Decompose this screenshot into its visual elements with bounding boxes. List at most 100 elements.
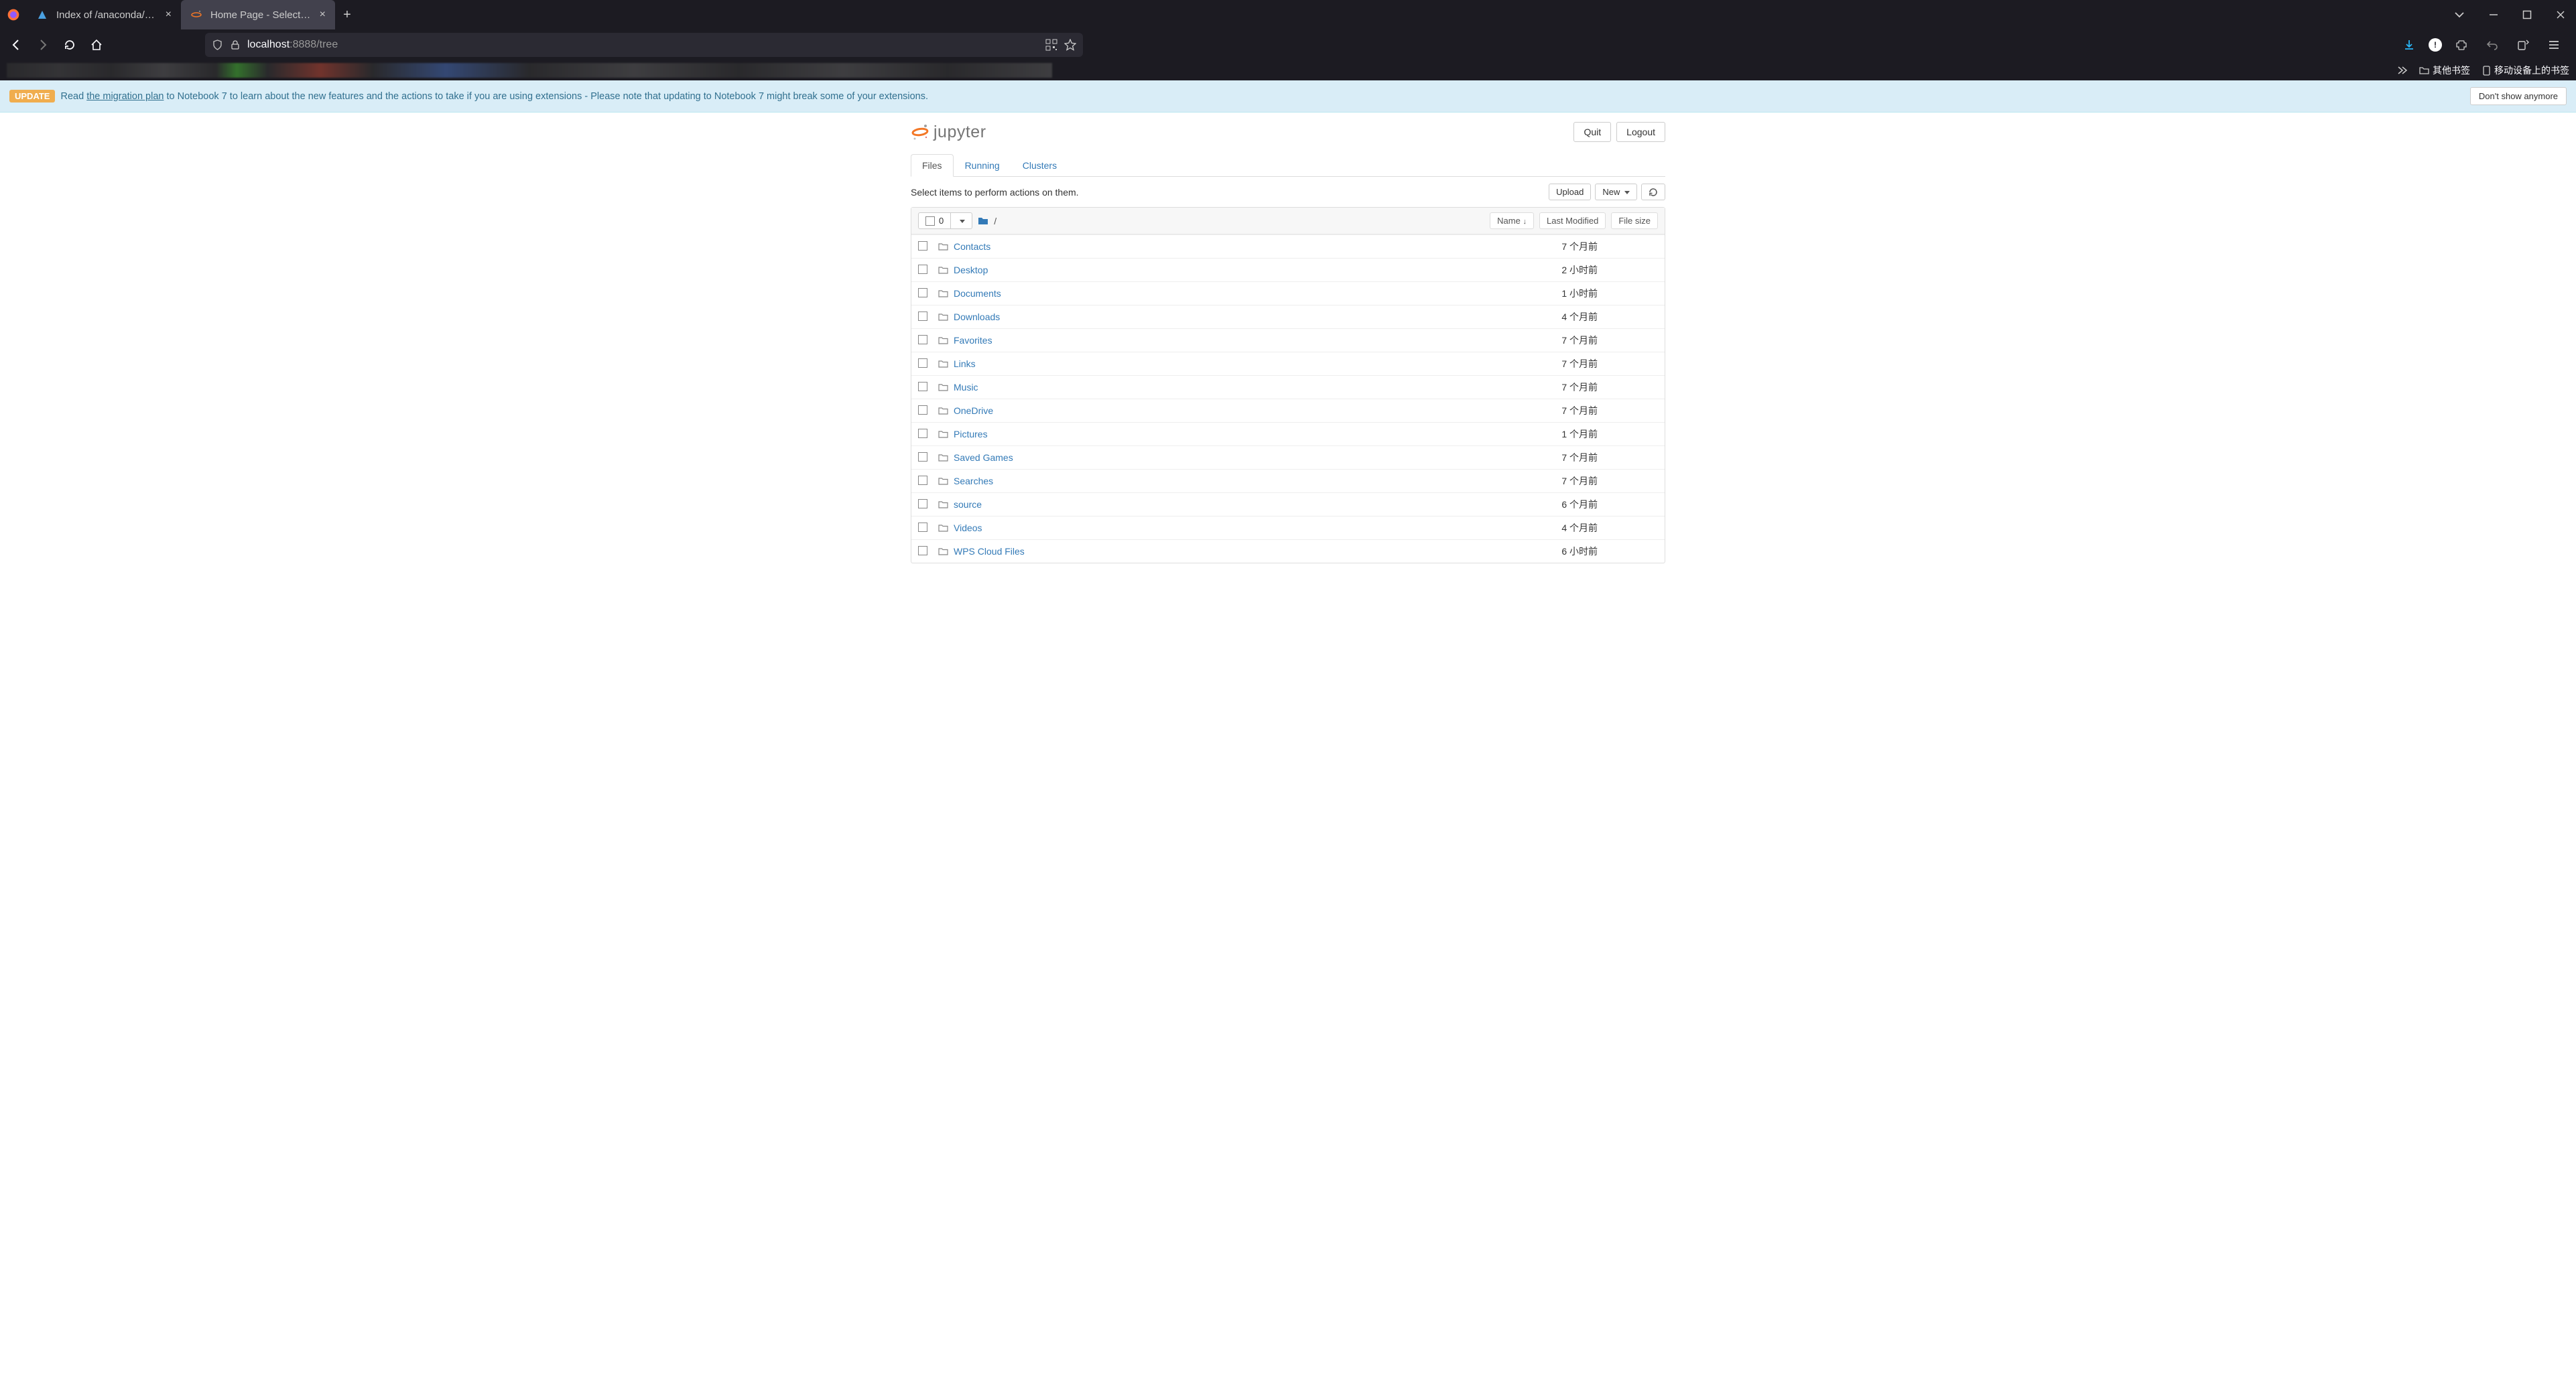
url-bar[interactable]: localhost:8888/tree [205, 33, 1083, 57]
extensions-overflow-icon[interactable] [2512, 33, 2534, 56]
folder-icon [978, 216, 988, 226]
row-checkbox[interactable] [918, 265, 938, 276]
browser-titlebar: Index of /anaconda/archive/ × Home Page … [0, 0, 2576, 29]
file-link[interactable]: Favorites [954, 335, 992, 346]
checkbox-icon [918, 476, 927, 485]
refresh-button[interactable] [1641, 184, 1665, 200]
file-list: 0 / Name ↓ Last Modified File size Conta… [911, 207, 1665, 563]
file-modified: 7 个月前 [1490, 334, 1598, 347]
file-link[interactable]: Videos [954, 523, 982, 533]
sort-size-button[interactable]: File size [1611, 212, 1658, 229]
tab-close-icon[interactable]: × [166, 9, 172, 20]
row-checkbox[interactable] [918, 312, 938, 323]
browser-tab-active[interactable]: Home Page - Select or create × [181, 0, 335, 29]
update-banner: UPDATE Read the migration plan to Notebo… [0, 80, 2576, 113]
window-close-icon[interactable] [2556, 10, 2565, 19]
tab-clusters[interactable]: Clusters [1011, 154, 1068, 176]
bookmarks-folder-other[interactable]: 其他书签 [2419, 64, 2470, 77]
tab-favicon-icon [190, 9, 202, 21]
row-checkbox[interactable] [918, 288, 938, 299]
table-row: Contacts7 个月前 [911, 234, 1665, 258]
folder-icon [938, 265, 948, 275]
qr-icon[interactable] [1045, 39, 1057, 51]
file-link[interactable]: Saved Games [954, 452, 1013, 463]
account-badge-icon[interactable]: ! [2429, 38, 2442, 52]
folder-icon [938, 406, 948, 416]
jupyter-logo[interactable]: jupyter [911, 123, 986, 142]
select-dropdown-button[interactable] [950, 212, 972, 229]
new-tab-button[interactable]: + [335, 0, 359, 29]
row-checkbox[interactable] [918, 476, 938, 487]
row-checkbox[interactable] [918, 523, 938, 534]
nav-reload-button[interactable] [58, 33, 82, 57]
row-checkbox[interactable] [918, 499, 938, 510]
extensions-icon[interactable] [2450, 33, 2473, 56]
file-modified: 7 个月前 [1490, 380, 1598, 394]
bookmarks-bar: 其他书签 移动设备上的书签 [0, 60, 2576, 80]
row-checkbox[interactable] [918, 335, 938, 346]
row-checkbox[interactable] [918, 452, 938, 464]
file-link[interactable]: Contacts [954, 241, 990, 252]
file-modified: 4 个月前 [1490, 310, 1598, 324]
table-row: Documents1 小时前 [911, 281, 1665, 305]
dismiss-banner-button[interactable]: Don't show anymore [2470, 87, 2567, 105]
row-checkbox[interactable] [918, 358, 938, 370]
nav-home-button[interactable] [84, 33, 109, 57]
window-minimize-icon[interactable] [2489, 10, 2498, 19]
table-row: Music 7 个月前 [911, 375, 1665, 399]
menu-icon[interactable] [2542, 33, 2565, 56]
quit-button[interactable]: Quit [1573, 122, 1611, 142]
window-maximize-icon[interactable] [2522, 10, 2532, 19]
row-checkbox[interactable] [918, 405, 938, 417]
table-row: Desktop2 小时前 [911, 258, 1665, 281]
tab-close-icon[interactable]: × [320, 9, 326, 20]
downloads-icon[interactable] [2398, 33, 2421, 56]
select-all-checkbox[interactable]: 0 [918, 212, 951, 229]
row-checkbox[interactable] [918, 546, 938, 557]
caret-down-icon [960, 220, 965, 223]
upload-button[interactable]: Upload [1549, 184, 1591, 200]
tab-title: Index of /anaconda/archive/ [56, 9, 157, 21]
new-dropdown-button[interactable]: New [1595, 184, 1637, 200]
file-link[interactable]: Music [954, 382, 978, 393]
main-tabs: Files Running Clusters [911, 154, 1665, 177]
table-row: WPS Cloud Files6 小时前 [911, 539, 1665, 563]
nav-back-button[interactable] [4, 33, 28, 57]
file-link[interactable]: OneDrive [954, 405, 993, 416]
file-link[interactable]: Searches [954, 476, 993, 486]
checkbox-icon [918, 382, 927, 391]
update-badge: UPDATE [9, 90, 55, 102]
tab-files[interactable]: Files [911, 154, 954, 177]
file-link[interactable]: Documents [954, 288, 1001, 299]
tab-title: Home Page - Select or create [210, 9, 312, 21]
file-link[interactable]: Links [954, 358, 976, 369]
checkbox-icon [918, 405, 927, 415]
all-tabs-icon[interactable] [2454, 9, 2465, 20]
row-checkbox[interactable] [918, 382, 938, 393]
undo-icon[interactable] [2481, 33, 2504, 56]
bookmarks-overflow-icon[interactable] [2396, 65, 2407, 76]
migration-plan-link[interactable]: the migration plan [86, 91, 164, 102]
sort-name-button[interactable]: Name ↓ [1490, 212, 1534, 229]
file-link[interactable]: WPS Cloud Files [954, 546, 1025, 557]
row-checkbox[interactable] [918, 241, 938, 253]
browser-tab[interactable]: Index of /anaconda/archive/ × [27, 0, 181, 29]
file-link[interactable]: Downloads [954, 312, 1000, 322]
mobile-icon [2482, 66, 2491, 76]
checkbox-icon [918, 288, 927, 297]
logout-button[interactable]: Logout [1616, 122, 1665, 142]
file-link[interactable]: Desktop [954, 265, 988, 275]
file-link[interactable]: Pictures [954, 429, 988, 439]
jupyter-logo-icon [911, 123, 929, 141]
file-link[interactable]: source [954, 499, 982, 510]
bookmarks-folder-mobile[interactable]: 移动设备上的书签 [2482, 64, 2569, 77]
caret-down-icon [1624, 191, 1630, 194]
row-checkbox[interactable] [918, 429, 938, 440]
bookmark-star-icon[interactable] [1064, 39, 1076, 51]
sort-modified-button[interactable]: Last Modified [1539, 212, 1606, 229]
tab-running[interactable]: Running [954, 154, 1011, 176]
checkbox-icon [918, 499, 927, 508]
nav-forward-button[interactable] [31, 33, 55, 57]
checkbox-icon [918, 429, 927, 438]
breadcrumb[interactable]: / [978, 216, 1490, 226]
